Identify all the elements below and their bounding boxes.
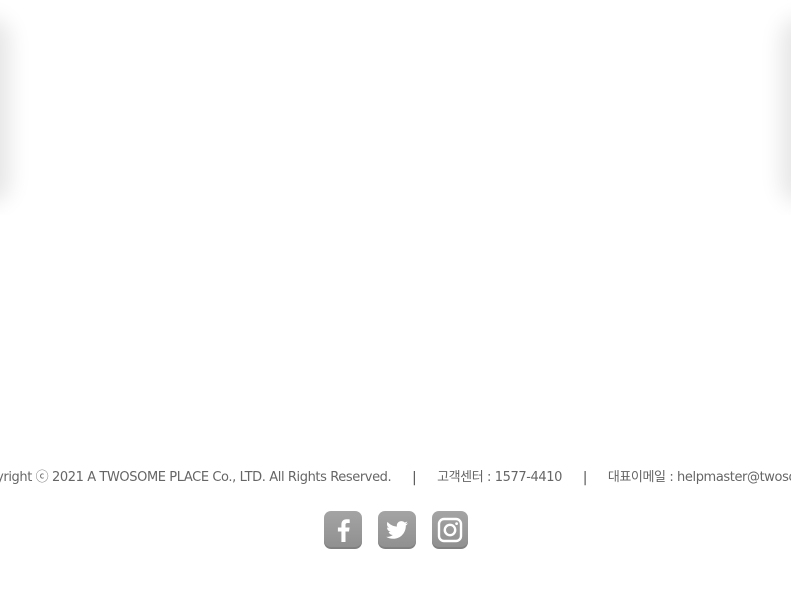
customer-center-text: 고객센터 : 1577-4410 bbox=[437, 470, 563, 485]
facebook-icon bbox=[337, 519, 350, 542]
twitter-link[interactable] bbox=[378, 511, 416, 549]
main-banner-area bbox=[0, 0, 791, 215]
social-links bbox=[324, 511, 468, 549]
twitter-icon bbox=[386, 521, 408, 539]
footer-info: Copyright ⓒ 2021 A TWOSOME PLACE Co., LT… bbox=[0, 468, 791, 489]
instagram-link[interactable] bbox=[432, 511, 468, 549]
instagram-icon bbox=[437, 517, 463, 543]
facebook-link[interactable] bbox=[324, 511, 362, 549]
email-text: 대표이메일 : helpmaster@twosome.co.kr bbox=[607, 470, 791, 485]
footer-separator: | bbox=[412, 470, 417, 486]
footer-separator: | bbox=[582, 470, 588, 486]
copyright-text: Copyright ⓒ 2021 A TWOSOME PLACE Co., LT… bbox=[0, 470, 392, 485]
page: Copyright ⓒ 2021 A TWOSOME PLACE Co., LT… bbox=[0, 0, 791, 601]
